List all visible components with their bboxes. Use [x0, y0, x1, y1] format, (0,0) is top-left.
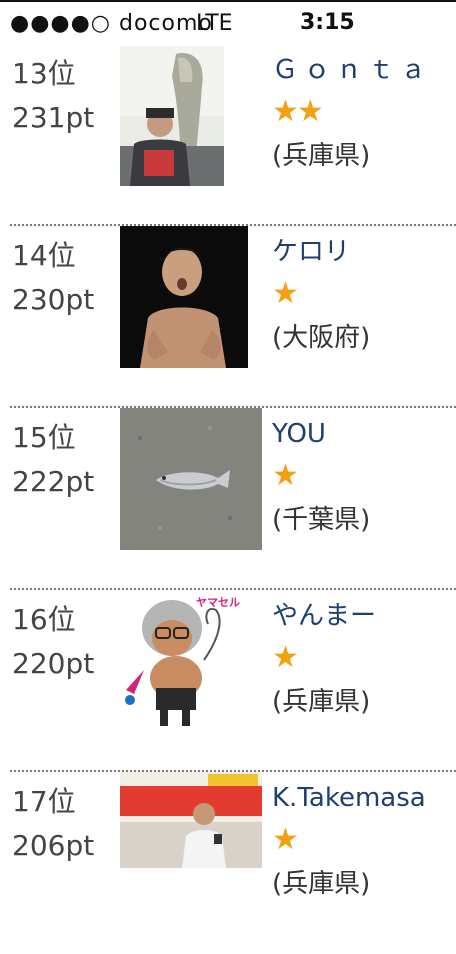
cartoon-character-image[interactable]: ヤマセル	[120, 590, 262, 732]
rank-label: 13位	[12, 57, 76, 90]
points-label: 230pt	[12, 283, 95, 316]
event-speaker-photo[interactable]	[120, 772, 262, 868]
rating-stars: ★★	[272, 94, 324, 129]
user-name-link[interactable]: ケロリ	[272, 232, 350, 272]
angler-fish-photo[interactable]	[120, 46, 224, 186]
rank-label: 15位	[12, 421, 76, 454]
user-name-link[interactable]: YOU	[272, 414, 326, 454]
ranking-row[interactable]: 16位 220pt ヤマセル やんまー ★ (兵庫県)	[0, 590, 456, 772]
ranking-list: 13位 231pt Ｇｏｎｔａ ★★ (兵庫県) 14位 230pt ケロリ ★…	[0, 44, 456, 954]
fighter-photo[interactable]	[120, 226, 248, 368]
prefecture-label: (兵庫県)	[272, 687, 371, 717]
rating-stars: ★	[272, 822, 299, 857]
status-bar: ●●●●○ docomo LTE 3:15	[0, 0, 456, 46]
prefecture-label: (大阪府)	[272, 323, 371, 353]
points-label: 231pt	[12, 101, 95, 134]
prefecture-label: (兵庫県)	[272, 869, 371, 899]
rank-label: 16位	[12, 603, 76, 636]
ranking-row[interactable]: 17位 206pt K.Takemasa ★ (兵庫県)	[0, 772, 456, 954]
fish-on-ground-photo[interactable]	[120, 408, 262, 550]
ranking-row[interactable]: 13位 231pt Ｇｏｎｔａ ★★ (兵庫県)	[0, 44, 456, 226]
clock: 3:15	[300, 10, 355, 35]
rating-stars: ★	[272, 640, 299, 675]
network-type: LTE	[196, 11, 233, 36]
points-label: 220pt	[12, 647, 95, 680]
points-label: 206pt	[12, 829, 95, 862]
user-name-link[interactable]: K.Takemasa	[272, 778, 426, 818]
svg-text:ヤマセル: ヤマセル	[196, 596, 240, 609]
rating-stars: ★	[272, 458, 299, 493]
rating-stars: ★	[272, 276, 299, 311]
points-label: 222pt	[12, 465, 95, 498]
ranking-row[interactable]: 15位 222pt YOU ★ (千葉県)	[0, 408, 456, 590]
rank-label: 17位	[12, 785, 76, 818]
rank-label: 14位	[12, 239, 76, 272]
ranking-row[interactable]: 14位 230pt ケロリ ★ (大阪府)	[0, 226, 456, 408]
prefecture-label: (兵庫県)	[272, 141, 371, 171]
user-name-link[interactable]: Ｇｏｎｔａ	[272, 50, 432, 90]
user-name-link[interactable]: やんまー	[272, 596, 376, 636]
signal-dots: ●●●●○	[10, 11, 111, 36]
signal-strength: ●●●●○ docomo	[10, 11, 213, 36]
prefecture-label: (千葉県)	[272, 505, 371, 535]
